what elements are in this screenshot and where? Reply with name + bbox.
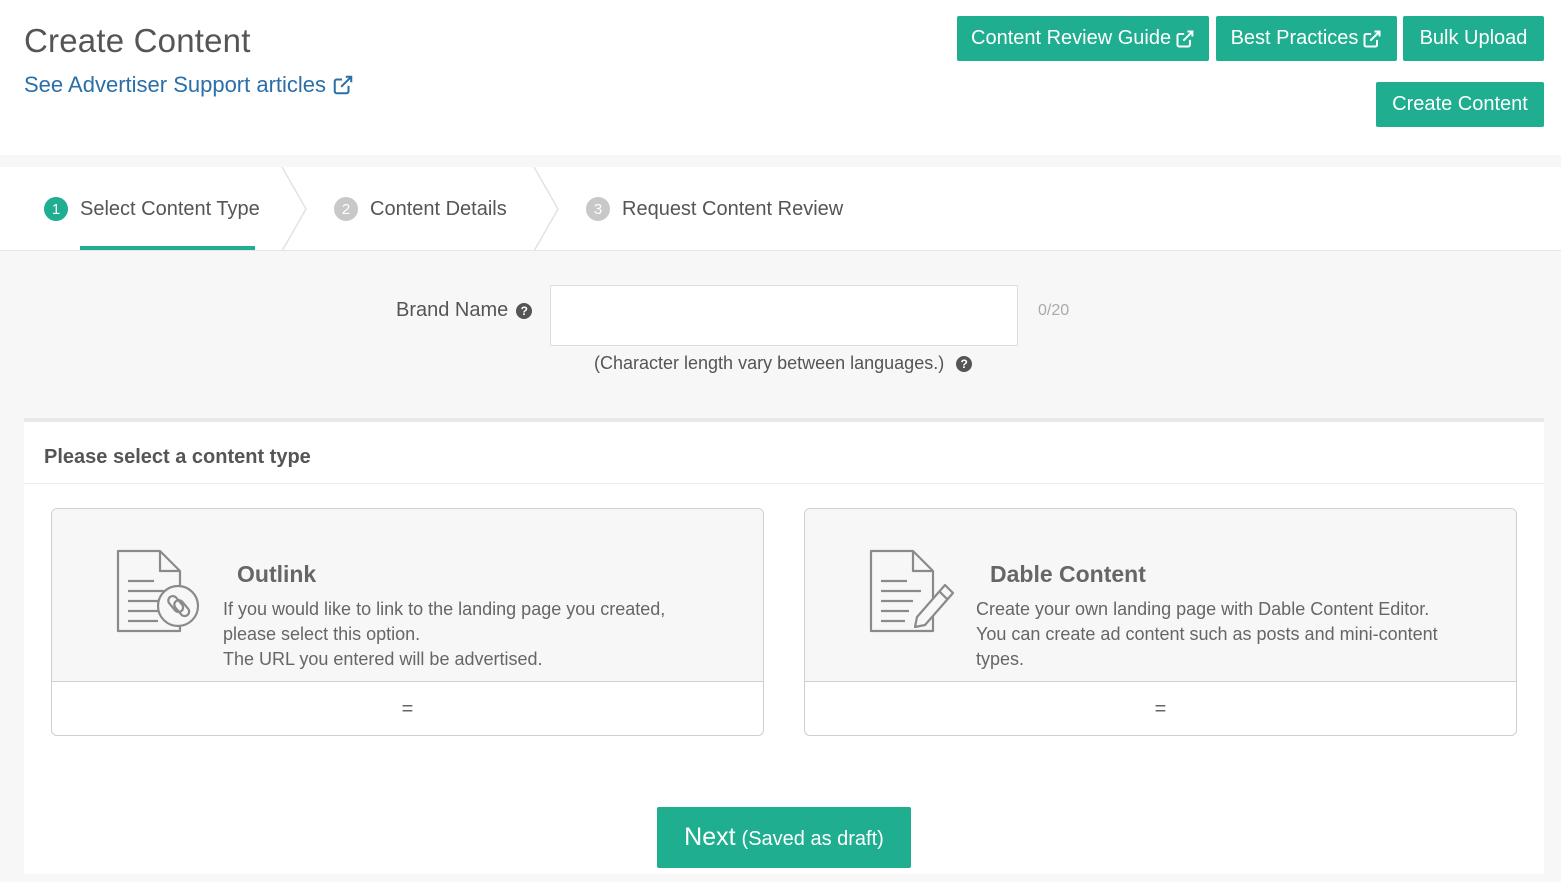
card-description-line: types. [976, 649, 1025, 669]
card-title: Outlink [237, 561, 317, 587]
step-separator-chevron [281, 167, 307, 251]
next-button-label: Next [684, 823, 736, 851]
step-label: Content Details [370, 197, 507, 220]
step-label: Select Content Type [80, 197, 260, 220]
content-review-guide-button[interactable]: Content Review Guide [957, 16, 1209, 61]
step-select-content-type[interactable]: 1 Select Content Type [44, 167, 260, 251]
card-description-line: Create your own landing page with Dable … [976, 599, 1430, 619]
card-description-line: You can create ad content such as posts … [976, 624, 1438, 644]
step-request-content-review[interactable]: 3 Request Content Review [586, 167, 843, 251]
page-header: Create Content See Advertiser Support ar… [0, 0, 1561, 155]
external-link-icon [1363, 30, 1381, 47]
external-link-icon [1176, 30, 1194, 47]
content-review-guide-label: Content Review Guide [971, 27, 1172, 49]
card-description: If you would like to link to the landing… [223, 597, 723, 672]
brand-name-input[interactable] [550, 285, 1018, 346]
create-content-button[interactable]: Create Content [1376, 82, 1544, 127]
card-description: Create your own landing page with Dable … [976, 597, 1476, 672]
content-type-panel: Please select a content type Outlink If … [24, 418, 1544, 874]
card-body: Dable Content Create your own landing pa… [805, 509, 1516, 682]
brand-name-label-text: Brand Name [396, 299, 509, 321]
step-content-details[interactable]: 2 Content Details [334, 167, 507, 251]
card-description-line: The URL you entered will be advertised. [223, 649, 543, 669]
external-link-icon [333, 75, 353, 95]
character-length-note: (Character length vary between languages… [594, 353, 973, 374]
best-practices-label: Best Practices [1230, 27, 1359, 49]
dable-content-option-card[interactable]: Dable Content Create your own landing pa… [804, 508, 1517, 736]
page-title: Create Content [24, 22, 251, 59]
card-body: Outlink If you would like to link to the… [52, 509, 763, 682]
bulk-upload-button[interactable]: Bulk Upload [1403, 16, 1544, 61]
character-length-note-text: (Character length vary between languages… [594, 353, 945, 373]
content-type-heading: Please select a content type [44, 446, 311, 468]
card-footer: = [401, 697, 414, 720]
document-edit-icon [869, 549, 955, 633]
step-separator-chevron [533, 167, 559, 251]
panel-divider [24, 483, 1544, 484]
best-practices-button[interactable]: Best Practices [1216, 16, 1397, 61]
help-icon[interactable]: ? [956, 355, 973, 372]
step-label: Request Content Review [622, 197, 844, 220]
advertiser-support-link[interactable]: See Advertiser Support articles [24, 72, 354, 98]
step-number-badge: 2 [334, 197, 358, 221]
card-description-line: please select this option. [223, 624, 421, 644]
step-progress: 1 Select Content Type 2 Content Details … [0, 167, 1561, 251]
card-description-line: If you would like to link to the landing… [223, 599, 666, 619]
card-footer: = [1154, 697, 1167, 720]
brand-name-label: Brand Name ? [396, 299, 533, 322]
step-number-badge: 3 [586, 197, 610, 221]
outlink-option-card[interactable]: Outlink If you would like to link to the… [51, 508, 764, 736]
support-link-label: See Advertiser Support articles [24, 72, 327, 97]
step-number-badge: 1 [44, 197, 68, 221]
next-button-sublabel: (Saved as draft) [741, 828, 884, 850]
card-title: Dable Content [990, 561, 1146, 587]
document-link-icon [116, 549, 200, 633]
active-step-indicator [80, 246, 255, 250]
next-button[interactable]: Next (Saved as draft) [657, 807, 911, 868]
brand-name-char-count: 0/20 [1038, 302, 1070, 319]
help-icon[interactable]: ? [516, 302, 533, 319]
